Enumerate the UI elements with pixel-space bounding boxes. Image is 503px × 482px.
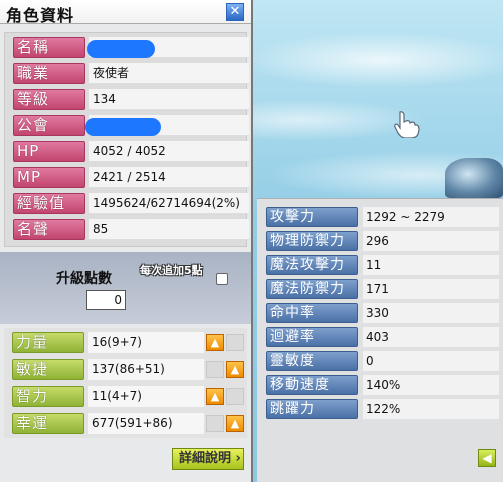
info-row-guild: 公會 [9,113,249,136]
back-button[interactable]: ◀ [478,449,496,467]
info-row-exp: 經驗值 1495624/62714694(2%) [9,191,249,214]
stat-down-button [226,388,244,405]
info-label: 職業 [13,63,85,84]
dstat-row: 魔法攻擊力 11 [263,255,499,277]
info-value: 2421 / 2514 [89,167,249,188]
stat-up-button[interactable]: ▲ [226,361,244,378]
dstat-label: 迴避率 [266,327,358,347]
dstat-row: 迴避率 403 [263,327,499,349]
dstat-label: 命中率 [266,303,358,323]
ice-rock [445,158,503,198]
info-row-name: 名稱 [9,35,249,58]
dstat-row: 移動速度 140% [263,375,499,397]
stat-down-button [206,415,224,432]
dstat-row: 魔法防禦力 171 [263,279,499,301]
stats-section: 力量 16(9+7) ▲ 敏捷 137(86+51) ▲ 智力 11(4+7) … [4,328,247,438]
stat-up-button[interactable]: ▲ [226,415,244,432]
stat-value: 137(86+51) [88,359,204,380]
info-row-mp: MP 2421 / 2514 [9,165,249,188]
dstat-label: 攻擊力 [266,207,358,227]
dstat-row: 物理防禦力 296 [263,231,499,253]
info-row-level: 等級 134 [9,87,249,110]
close-button[interactable]: ✕ [226,3,244,21]
stat-row-str: 力量 16(9+7) ▲ [8,330,248,353]
info-label: 公會 [13,115,85,136]
info-value: 134 [89,89,249,110]
dstat-row: 跳躍力 122% [263,399,499,421]
ability-points-value: 0 [86,290,126,310]
info-label: HP [13,141,85,162]
redaction-mark [87,40,155,58]
info-value: 85 [89,219,249,240]
stat-up-button[interactable]: ▲ [206,388,224,405]
per-add-checkbox[interactable] [216,273,228,285]
hand-cursor-icon [394,111,420,138]
dstat-value: 1292 ~ 2279 [363,207,499,227]
dstat-label: 魔法防禦力 [266,279,358,299]
arrow-up-icon: ▲ [230,417,240,430]
stat-row-dex: 敏捷 137(86+51) ▲ [8,357,248,380]
character-info-window: 角色資料 ✕ 名稱 職業 夜使者 等級 134 公會 HP 4052 / 405… [0,0,253,482]
info-label: 等級 [13,89,85,110]
info-label: 名稱 [13,37,85,58]
arrow-up-icon: ▲ [230,363,240,376]
dstat-row: 攻擊力 1292 ~ 2279 [263,207,499,229]
dstat-row: 命中率 330 [263,303,499,325]
stat-value: 677(591+86) [88,413,204,434]
dstat-value: 296 [363,231,499,251]
stat-row-luk: 幸運 677(591+86) ▲ [8,411,248,434]
detail-stats-window: 攻擊力 1292 ~ 2279 物理防禦力 296 魔法攻擊力 11 魔法防禦力… [257,198,503,482]
dstat-label: 魔法攻擊力 [266,255,358,275]
per-add-label: 每次追加5點 [140,264,203,277]
chevron-right-icon: › [235,451,241,466]
info-value: 夜使者 [89,63,249,84]
stat-value: 16(9+7) [88,332,204,353]
stat-up-button[interactable]: ▲ [206,334,224,351]
detail-button[interactable]: 詳細說明 › [172,448,244,470]
dstat-row: 靈敏度 0 [263,351,499,373]
dstat-label: 靈敏度 [266,351,358,371]
arrow-left-icon: ◀ [482,451,492,465]
stat-label: 力量 [12,332,84,353]
stat-label: 智力 [12,386,84,407]
dstat-label: 物理防禦力 [266,231,358,251]
info-row-hp: HP 4052 / 4052 [9,139,249,162]
info-label: 經驗值 [13,193,85,214]
stat-label: 幸運 [12,413,84,434]
close-icon: ✕ [229,4,241,19]
info-value: 1495624/62714694(2%) [89,193,249,214]
info-label: 名聲 [13,219,85,240]
stat-label: 敏捷 [12,359,84,380]
stat-value: 11(4+7) [88,386,204,407]
dstat-value: 330 [363,303,499,323]
stat-down-button [226,334,244,351]
dstat-value: 122% [363,399,499,419]
detail-button-label: 詳細說明 [179,451,232,466]
ability-points-label: 升級點數 [56,271,112,287]
title-bar[interactable]: 角色資料 ✕ [0,0,251,25]
info-value: 4052 / 4052 [89,141,249,162]
dstat-value: 0 [363,351,499,371]
ability-points-section [0,252,251,324]
info-row-fame: 名聲 85 [9,217,249,240]
dstat-label: 移動速度 [266,375,358,395]
basic-info-section: 名稱 職業 夜使者 等級 134 公會 HP 4052 / 4052 MP 24… [4,32,249,247]
info-row-job: 職業 夜使者 [9,61,249,84]
stat-row-int: 智力 11(4+7) ▲ [8,384,248,407]
redaction-mark [85,118,161,136]
arrow-up-icon: ▲ [210,336,220,349]
dstat-value: 403 [363,327,499,347]
info-label: MP [13,167,85,188]
dstat-value: 11 [363,255,499,275]
arrow-up-icon: ▲ [210,390,220,403]
window-title: 角色資料 [6,6,75,25]
dstat-value: 140% [363,375,499,395]
stat-down-button [206,361,224,378]
dstat-label: 跳躍力 [266,399,358,419]
dstat-value: 171 [363,279,499,299]
